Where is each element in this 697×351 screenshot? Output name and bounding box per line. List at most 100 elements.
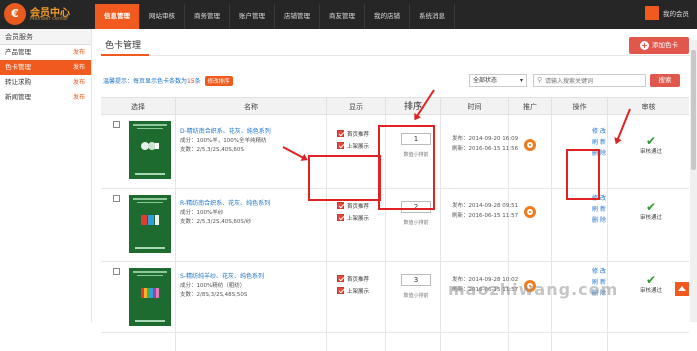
row-checkbox[interactable] (113, 268, 120, 275)
back-to-top-button[interactable] (675, 282, 689, 296)
topnav-item-info[interactable]: 信息管理 (95, 4, 140, 29)
main-content: 色卡管理 + 添加色卡 温馨提示：每页显示色卡条数为15条 修改排序 全部状态 ▾… (93, 29, 697, 351)
colorcard-title-link[interactable]: S-精纺纯羊纱、花灰、纯色系列 (180, 272, 264, 282)
list-display-option[interactable]: 上架展示 (337, 213, 369, 225)
edit-link[interactable]: 修 改 (591, 266, 607, 277)
check-icon: ✔ (645, 273, 657, 287)
sort-input[interactable]: 3 (401, 274, 431, 286)
sidebar-item-transfer[interactable]: 转让求购 发布 (0, 75, 91, 90)
refresh-link[interactable]: 刷 新 (591, 204, 607, 215)
chevron-down-icon: ▾ (519, 77, 523, 84)
logo-subtitle: Member center (30, 16, 69, 22)
topnav-item-friends[interactable]: 商友管理 (320, 4, 365, 29)
col-time: 时间 (440, 98, 508, 116)
sort-hint: 数值小排前 (403, 293, 429, 299)
col-audit: 审核 (607, 98, 689, 116)
topnav-item-audit[interactable]: 网站审核 (140, 4, 185, 29)
checkbox-checked-icon[interactable] (337, 275, 344, 282)
add-colorcard-button[interactable]: + 添加色卡 (629, 37, 689, 54)
row-checkbox[interactable] (113, 121, 120, 128)
sidebar-publish-link[interactable]: 发布 (73, 90, 85, 105)
col-promote: 推广 (508, 98, 551, 116)
row-times: 发布：2014-09-28 09:51 刷新：2016-06-15 11:57 (452, 202, 518, 221)
home-recommend-option[interactable]: 首页推荐 (337, 274, 369, 286)
refresh-link[interactable]: 刷 新 (591, 137, 607, 148)
watermark: maozhiwang.com (448, 280, 619, 299)
sidebar-publish-link[interactable]: 发布 (73, 60, 85, 75)
highlight-display-box (308, 155, 381, 201)
home-recommend-label: 首页推荐 (347, 204, 370, 210)
promote-icon[interactable] (524, 139, 536, 151)
colorcard-thumbnail[interactable] (129, 121, 171, 179)
sidebar-item-news[interactable]: 新闻管理 发布 (0, 90, 91, 105)
colorcard-spec: 成分：100%羊，100%全羊纯精纺 (180, 137, 267, 144)
sidebar-heading: 会员服务 (0, 29, 91, 45)
colorcard-thumbnail[interactable] (129, 268, 171, 326)
published-time: 发布：2014-09-20 16:09 (452, 136, 519, 142)
delete-link[interactable]: 删 除 (591, 215, 607, 226)
list-display-option[interactable]: 上架展示 (337, 286, 369, 298)
colorcard-thumbnail[interactable] (129, 195, 171, 253)
sidebar-publish-link[interactable]: 发布 (73, 75, 85, 90)
logo-icon: € (4, 3, 26, 25)
display-options: 首页推荐 上架展示 (337, 274, 369, 298)
colorcard-info: R-精纺南合织系、花灰、纯色系列 成分：100%羊纱 支数：2/5,3/2S,4… (180, 199, 270, 228)
avatar (645, 6, 659, 20)
sidebar-item-products[interactable]: 产品管理 发布 (0, 45, 91, 60)
user-name: 我的会员 (663, 10, 689, 18)
home-recommend-option[interactable]: 首页推荐 (337, 129, 369, 141)
topnav-item-account[interactable]: 账户管理 (230, 4, 275, 29)
col-select: 选择 (131, 103, 145, 111)
sort-hint: 数值小排前 (403, 220, 429, 226)
list-display-option[interactable]: 上架展示 (337, 141, 369, 153)
user-menu[interactable]: 我的会员 (645, 6, 689, 20)
edit-link[interactable]: 修 改 (591, 126, 607, 137)
sidebar-item-label: 转让求购 (5, 78, 31, 86)
row-times: 发布：2014-09-20 16:09 刷新：2016-06-15 11:56 (452, 135, 518, 154)
sidebar-item-label: 新闻管理 (5, 93, 31, 101)
promote-icon[interactable] (524, 206, 536, 218)
topnav-item-myshop[interactable]: 我的店铺 (365, 4, 410, 29)
sidebar-item-colorcards[interactable]: 色卡管理 发布 (0, 60, 91, 75)
home-recommend-option[interactable]: 首页推荐 (337, 201, 369, 213)
audit-label: 审核通过 (639, 288, 662, 294)
colorcard-spec: 支数：2/5,3/2S,40S,60S (180, 147, 244, 153)
logo[interactable]: € 会员中心 Member center (4, 3, 89, 25)
sidebar-publish-link[interactable]: 发布 (73, 45, 85, 60)
colorcard-spec: 支数：2/8S,3/2S,48S,50S (180, 292, 248, 298)
col-name: 名称 (175, 98, 326, 116)
topnav-item-business[interactable]: 商务管理 (185, 4, 230, 29)
colorcard-spec: 成分：100%精纺（粗纺） (180, 282, 246, 289)
col-actions: 操作 (551, 98, 607, 116)
top-nav: 信息管理 网站审核 商务管理 账户管理 店铺管理 商友管理 我的店铺 系统消息 (95, 4, 455, 29)
list-display-label: 上架展示 (347, 289, 370, 295)
checkbox-checked-icon[interactable] (337, 287, 344, 294)
checkbox-checked-icon[interactable] (337, 130, 344, 137)
search-button[interactable]: 搜索 (650, 74, 680, 87)
scrollbar[interactable] (690, 40, 697, 322)
tip-label: 温馨提示： (103, 78, 134, 85)
checkbox-checked-icon[interactable] (337, 202, 344, 209)
colorcard-title-link[interactable]: D-精纺南合织系、花灰、纯色系列 (180, 127, 271, 137)
topnav-item-shop[interactable]: 店铺管理 (275, 4, 320, 29)
tip-unit: 条 (194, 78, 201, 85)
title-underline (101, 54, 149, 56)
tip-count: 15 (187, 78, 195, 85)
edit-sort-button[interactable]: 修改排序 (204, 76, 233, 86)
audit-status: ✔ 审核通过 (631, 135, 671, 155)
tip-bar: 温馨提示：每页显示色卡条数为15条 修改排序 (103, 76, 233, 86)
search-input[interactable] (545, 76, 643, 86)
colorcard-title-link[interactable]: R-精纺南合织系、花灰、纯色系列 (180, 199, 270, 209)
checkbox-checked-icon[interactable] (337, 142, 344, 149)
colorcard-spec: 支数：2/5,3/2S,40S,60S/纱 (180, 219, 252, 225)
checkbox-checked-icon[interactable] (337, 214, 344, 221)
sidebar-item-label: 色卡管理 (5, 63, 31, 71)
topnav-item-messages[interactable]: 系统消息 (410, 4, 455, 29)
scrollbar-thumb[interactable] (691, 50, 696, 170)
display-options: 首页推荐 上架展示 (337, 201, 369, 225)
audit-status: ✔ 审核通过 (631, 274, 671, 294)
row-checkbox[interactable] (113, 195, 120, 202)
check-icon: ✔ (645, 134, 657, 148)
status-select[interactable]: 全部状态 ▾ (469, 74, 527, 87)
published-time: 发布：2014-09-28 09:51 (452, 203, 519, 209)
